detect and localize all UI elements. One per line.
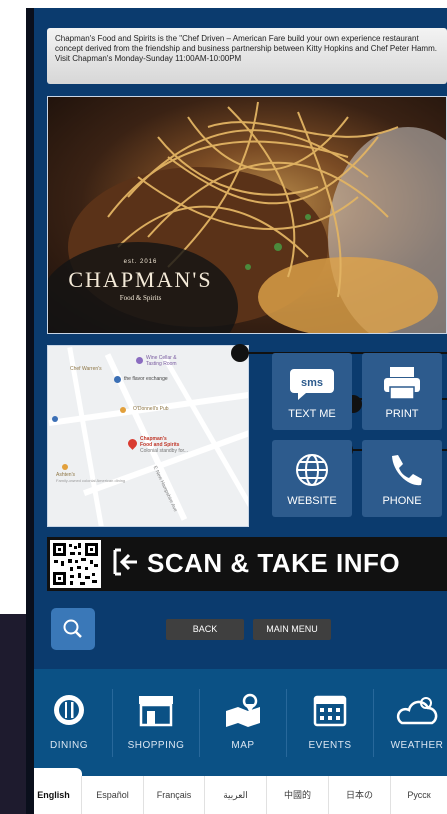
- map-label-odonnells: O'Donnell's Pub: [133, 406, 169, 412]
- location-map[interactable]: Wine Cellar & Tasting Room Chef Warren's…: [47, 345, 249, 527]
- nav-item-weather[interactable]: WEATHER: [374, 669, 447, 777]
- printer-icon: [384, 367, 420, 400]
- annotation-dot: [231, 344, 249, 362]
- ashtens-pin-icon: [62, 464, 68, 470]
- nav-label-map: MAP: [231, 740, 255, 751]
- search-icon: [63, 619, 82, 638]
- map-icon: [226, 693, 260, 727]
- logo-name: CHAPMAN'S: [68, 267, 213, 292]
- qr-code-icon: [50, 540, 101, 588]
- dining-icon: [54, 695, 84, 725]
- shopping-icon: [139, 696, 173, 727]
- logo-established: est. 2016: [123, 259, 158, 265]
- kiosk-frame-edge: [26, 8, 34, 814]
- nav-label-events: EVENTS: [308, 740, 352, 751]
- website-label: WEBSITE: [287, 495, 337, 507]
- phone-button[interactable]: PHONE: [362, 440, 442, 517]
- nav-item-events[interactable]: EVENTS: [287, 669, 373, 777]
- events-icon: [313, 695, 347, 727]
- restaurant-photo: est. 2016 CHAPMAN'S Food & Spirits: [47, 96, 447, 334]
- weather-icon: [396, 697, 438, 725]
- main-menu-button[interactable]: MAIN MENU: [253, 619, 331, 640]
- search-button[interactable]: [51, 608, 95, 650]
- phone-label: PHONE: [382, 495, 422, 507]
- map-label-chapmans-desc: Colonial standby for...: [140, 448, 189, 454]
- back-button[interactable]: BACK: [166, 619, 244, 640]
- wine-cellar-pin-icon: [136, 357, 143, 364]
- nav-item-map[interactable]: MAP: [200, 669, 286, 777]
- language-chinese[interactable]: 中國的: [267, 776, 329, 814]
- kiosk-screen: Chapman's Food and Spirits is the "Chef …: [26, 8, 447, 814]
- location-pin-icon: [126, 437, 139, 450]
- pub-pin-icon: [120, 407, 126, 413]
- scan-arrow-icon: [113, 548, 137, 576]
- website-button[interactable]: WEBSITE: [272, 440, 352, 517]
- globe-icon: [296, 454, 328, 486]
- restaurant-description: Chapman's Food and Spirits is the "Chef …: [47, 28, 447, 84]
- category-nav: DINING SHOPPING MAP EVENTS WEATHER: [26, 669, 447, 777]
- flavor-exchange-pin-icon: [114, 376, 121, 383]
- nav-label-shopping: SHOPPING: [127, 740, 185, 751]
- nav-item-dining[interactable]: DINING: [26, 669, 112, 777]
- sms-icon-text: sms: [301, 377, 323, 389]
- map-label-ashtens-desc: Family-owned colonial American dining: [56, 478, 126, 483]
- description-line-2: concept derived from the friendship and …: [55, 44, 437, 53]
- language-japanese[interactable]: 日本の: [329, 776, 391, 814]
- text-me-label: TEXT ME: [288, 408, 336, 420]
- print-label: PRINT: [385, 408, 419, 420]
- language-english[interactable]: English: [26, 776, 82, 814]
- restaurant-logo: est. 2016 CHAPMAN'S Food & Spirits: [48, 259, 233, 302]
- logo-subtitle: Food & Spirits: [119, 294, 162, 302]
- sms-icon: sms: [290, 369, 334, 400]
- nav-item-shopping[interactable]: SHOPPING: [113, 669, 199, 777]
- print-button[interactable]: PRINT: [362, 353, 442, 430]
- description-line-3: Visit Chapman's Monday-Sunday 11:00AM-10…: [55, 54, 242, 63]
- description-line-1: Chapman's Food and Spirits is the "Chef …: [55, 34, 419, 43]
- map-pin-icon: [52, 416, 58, 422]
- language-russian[interactable]: Русск: [391, 776, 447, 814]
- language-arabic[interactable]: العربية: [205, 776, 267, 814]
- text-me-button[interactable]: sms TEXT ME: [272, 353, 352, 430]
- phone-icon: [392, 455, 422, 486]
- scan-label: SCAN & TAKE INFO: [147, 548, 401, 578]
- nav-label-weather: WEATHER: [390, 740, 444, 751]
- nav-label-dining: DINING: [50, 740, 88, 751]
- scan-banner[interactable]: SCAN & TAKE INFO: [47, 537, 447, 591]
- language-french[interactable]: Français: [144, 776, 205, 814]
- map-label-tasting-room: Tasting Room: [146, 361, 177, 367]
- map-label-flavor-exchange: the flavor exchange: [124, 376, 168, 382]
- language-spanish[interactable]: Español: [82, 776, 144, 814]
- language-bar: English Español Français العربية 中國的 日本の…: [26, 768, 447, 814]
- map-label-chef-warrens: Chef Warren's: [70, 366, 102, 372]
